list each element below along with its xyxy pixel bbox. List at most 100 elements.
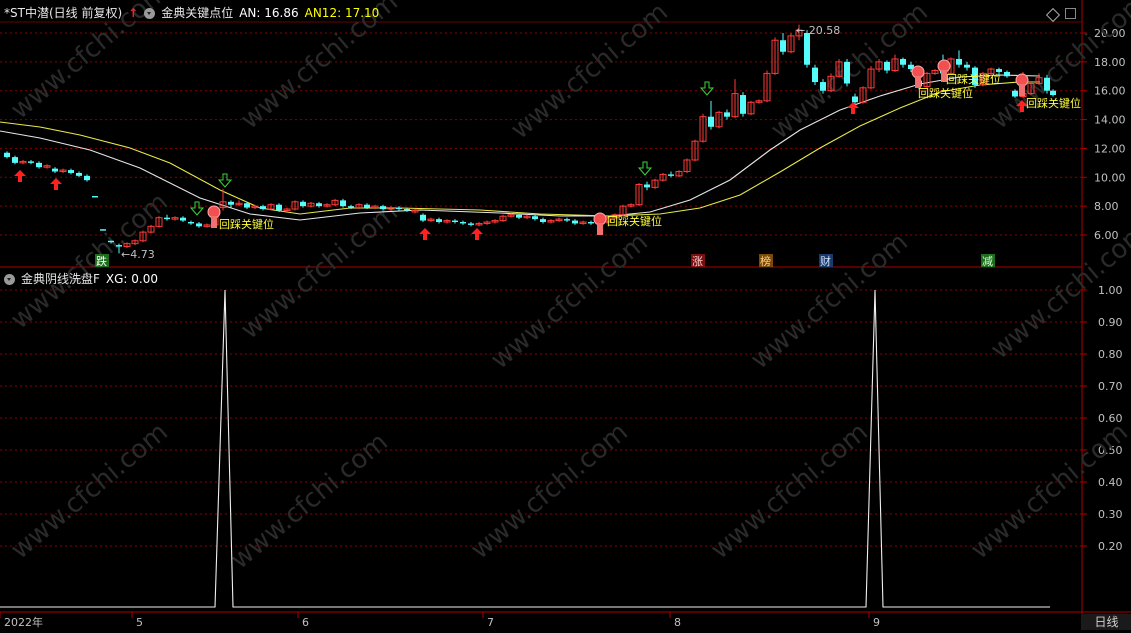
time-tick-label: 7 [487,616,494,629]
indicator-dropdown-icon[interactable] [144,7,156,19]
time-tick-label: 6 [302,616,309,629]
candle-body-down [884,61,890,71]
candle-body-down [780,40,786,52]
period-tab-daily[interactable]: 日线 [1082,614,1131,630]
time-tick-label: 9 [873,616,880,629]
candle-body-down [900,58,906,65]
an12-value: AN12: 17.10 [304,6,380,20]
an-value: AN: 16.86 [239,6,299,20]
candle-body-down [164,217,170,220]
watermark-text: www.cfchi.com [485,227,654,375]
price-tick-label: 12.00 [1094,142,1126,155]
candle-body-down [436,219,442,223]
value-tick-label: 0.40 [1098,476,1123,489]
candle-body-down [276,204,282,211]
watermark-text: www.cfchi.com [705,417,874,565]
candle-body-down [588,222,594,224]
buy-arrow-icon [50,178,62,190]
signal-label: 回踩关键位 [607,214,662,228]
candle-body-down [460,222,466,224]
high-price-label: ← 20.58 [796,24,840,37]
signal-label: 回踩关键位 [1026,96,1081,110]
sell-arrow-icon [189,201,205,216]
event-tag: 减 [982,255,993,268]
candle-body-down [404,209,410,211]
candle-body-down [468,223,474,225]
candle-body-down [180,217,186,221]
candle-body-down [68,170,74,173]
candle-body-down [996,69,1002,72]
candle-body-down [340,200,346,207]
candle-body-down [188,222,194,224]
candle-body-down [452,220,458,223]
sub-indicator-name[interactable]: 金典阴线洗盘F [21,271,100,287]
candle-body-down [100,229,106,231]
signal-label: 回踩关键位 [946,72,1001,86]
watermark-text: www.cfchi.com [225,427,394,575]
candle-body-down [108,240,114,243]
candle-body-down [36,162,42,168]
candle-body-down [52,168,58,172]
candle-body-down [956,58,962,65]
candle-body-down [724,112,730,117]
value-tick-label: 0.80 [1098,348,1123,361]
price-tick-label: 14.00 [1094,114,1126,127]
stock-title[interactable]: *ST中潜(日线 前复权) [4,5,122,21]
candle-body-down [12,157,18,163]
candle-body-down [116,245,122,247]
candle-body-down [1012,90,1018,97]
signal-bar [1019,84,1025,96]
watermark-text: www.cfchi.com [745,227,914,375]
sell-arrow-icon [217,173,233,188]
candle-body-down [852,96,858,103]
event-tag: 涨 [692,255,703,268]
price-tick-label: 18.00 [1094,56,1126,69]
chart-stage[interactable]: 20.00 18.00 16.00 14.00 12.00 10.00 8.00 6.00 1.… [0,0,1131,630]
candle-body-down [1004,71,1010,77]
candle-body-down [804,33,810,65]
sub-indicator-dropdown-icon[interactable] [4,273,15,285]
candle-body-down [572,220,578,224]
candle-body-down [540,219,546,223]
candle-body-down [28,161,34,163]
main-indicator-name[interactable]: 金典关键点位 [161,5,233,21]
candle-body-down [820,82,826,91]
up-arrow-icon: ↑ [128,6,139,20]
watermark-text: www.cfchi.com [5,187,174,335]
signal-label: 回踩关键位 [219,217,274,231]
candle-body-down [4,152,10,158]
price-tick-label: 8.00 [1094,200,1119,213]
candle-body-down [348,206,354,208]
candle-body-down [740,95,746,114]
sub-panel-header: 金典阴线洗盘F XG: 0.00 [4,271,158,287]
candle-body-down [244,203,250,208]
candle-body-down [532,216,538,220]
value-tick-label: 0.30 [1098,508,1123,521]
candle-body-down [644,184,650,188]
panel-toggle-button[interactable] [1065,8,1076,19]
event-tag: 财 [820,254,831,268]
candle-body-down [1044,77,1050,91]
candle-body-down [364,204,370,208]
candle-body-down [516,214,522,218]
low-price-label: ←4.73 [121,248,155,261]
candle-body-down [708,116,714,127]
sell-arrow-icon [637,161,653,176]
candle-body-down [668,174,674,176]
event-tag: 跌 [96,254,107,268]
candle-body-down [812,67,818,83]
kline-chart-canvas[interactable]: 20.0018.0016.0014.0012.0010.008.006.001.… [0,0,1131,630]
value-tick-label: 0.20 [1098,540,1123,553]
candle-body-down [300,201,306,207]
candle-body-down [844,61,850,84]
candle-body-down [92,196,98,198]
candle-body-down [316,203,322,207]
candle-body-down [396,207,402,210]
candle-body-down [1050,90,1056,96]
signal-bar [597,223,603,235]
candle-body-down [76,172,82,176]
value-tick-label: 1.00 [1098,284,1123,297]
event-tag: 榜 [760,254,771,268]
candle-body-down [564,219,570,221]
main-panel-header: *ST中潜(日线 前复权) ↑ 金典关键点位 AN: 16.86 AN12: 1… [4,5,379,21]
